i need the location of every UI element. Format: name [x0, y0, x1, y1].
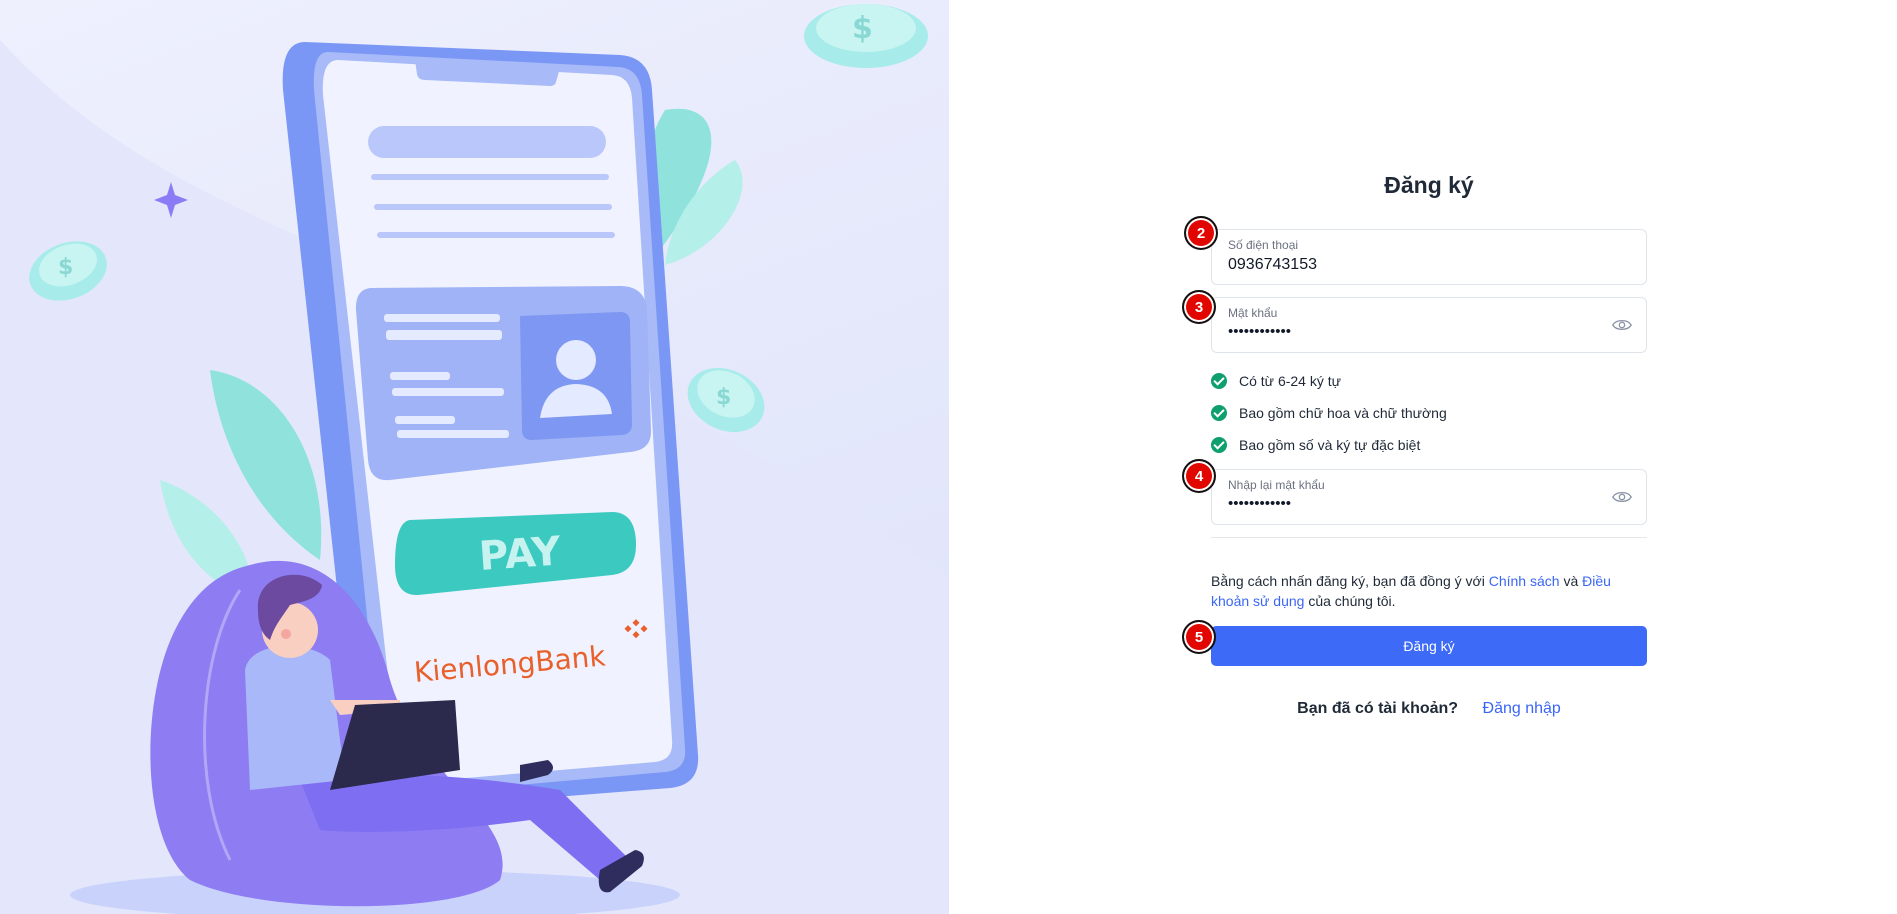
- signup-page: $ $ $ PAY KienlongBank Đăng ký Số điện t…: [0, 0, 1897, 914]
- password-label: Mật khẩu: [1228, 306, 1278, 320]
- check-circle-icon: [1211, 405, 1227, 421]
- svg-text:$: $: [852, 11, 873, 46]
- annotation-badge: 5: [1182, 620, 1216, 654]
- signup-form: Đăng ký Số điện thoại Mật khẩu Có từ 6-2…: [1211, 172, 1647, 718]
- rule-text: Có từ 6-24 ký tự: [1239, 373, 1341, 389]
- divider: [1211, 537, 1647, 538]
- password-rules: Có từ 6-24 ký tự Bao gồm chữ hoa và chữ …: [1211, 365, 1647, 461]
- terms-prefix: Bằng cách nhấn đăng ký, bạn đã đồng ý vớ…: [1211, 573, 1485, 589]
- rule-item: Bao gồm số và ký tự đặc biệt: [1211, 429, 1647, 461]
- check-circle-icon: [1211, 373, 1227, 389]
- page-title: Đăng ký: [1384, 172, 1474, 198]
- svg-text:$: $: [716, 385, 731, 410]
- check-circle-icon: [1211, 437, 1227, 453]
- signup-button[interactable]: Đăng ký: [1211, 626, 1647, 666]
- phone-field[interactable]: Số điện thoại: [1211, 229, 1647, 285]
- annotation-badge: 2: [1184, 216, 1218, 250]
- login-prompt: Bạn đã có tài khoản? Đăng nhập: [1211, 700, 1647, 718]
- login-link[interactable]: Đăng nhập: [1483, 700, 1561, 717]
- rule-text: Bao gồm số và ký tự đặc biệt: [1239, 437, 1421, 453]
- phone-input[interactable]: [1228, 256, 1608, 274]
- terms-suffix: của chúng tôi.: [1308, 593, 1396, 609]
- rule-item: Bao gồm chữ hoa và chữ thường: [1211, 397, 1647, 429]
- phone-label: Số điện thoại: [1228, 238, 1299, 252]
- login-question: Bạn đã có tài khoản?: [1297, 700, 1459, 717]
- policy-link[interactable]: Chính sách: [1489, 573, 1560, 589]
- coin-icon: $: [804, 4, 928, 68]
- confirm-password-field[interactable]: Nhập lại mật khẩu: [1211, 469, 1647, 525]
- password-field[interactable]: Mật khẩu: [1211, 297, 1647, 353]
- password-input[interactable]: [1228, 323, 1608, 340]
- hero-illustration: $ $ $ PAY KienlongBank: [0, 0, 949, 914]
- pay-button-label: PAY: [477, 528, 563, 580]
- svg-text:$: $: [58, 255, 73, 280]
- rule-item: Có từ 6-24 ký tự: [1211, 365, 1647, 397]
- form-panel: Đăng ký Số điện thoại Mật khẩu Có từ 6-2…: [949, 0, 1897, 914]
- eye-icon[interactable]: [1612, 489, 1632, 505]
- confirm-password-input[interactable]: [1228, 495, 1608, 512]
- annotation-badge: 3: [1182, 290, 1216, 324]
- terms-and: và: [1563, 573, 1579, 589]
- rule-text: Bao gồm chữ hoa và chữ thường: [1239, 405, 1447, 421]
- confirm-password-label: Nhập lại mật khẩu: [1228, 478, 1325, 492]
- annotation-badge: 4: [1182, 459, 1216, 493]
- terms-text: Bằng cách nhấn đăng ký, bạn đã đồng ý vớ…: [1211, 571, 1647, 611]
- eye-icon[interactable]: [1612, 317, 1632, 333]
- illustration-svg: $ $ $ PAY KienlongBank: [0, 4, 949, 914]
